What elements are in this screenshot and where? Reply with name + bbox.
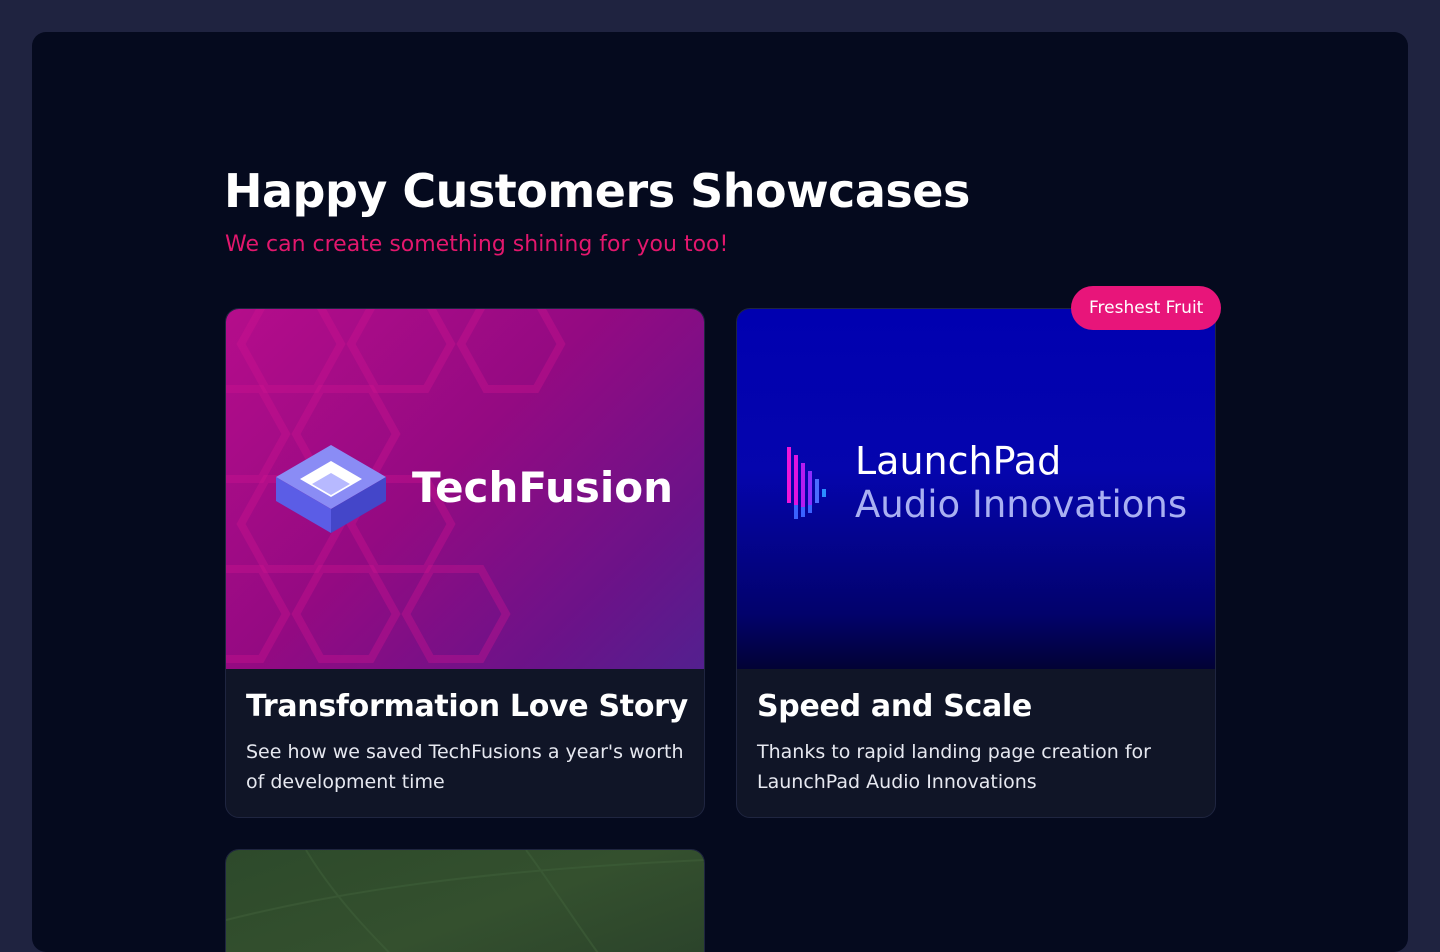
section-title: Happy Customers Showcases	[224, 164, 970, 218]
launchpad-tagline: Audio Innovations	[855, 483, 1188, 526]
showcase-card-launchpad[interactable]: LaunchPad Audio Innovations Speed and Sc…	[736, 308, 1216, 818]
launchpad-wordmark: LaunchPad	[855, 439, 1062, 483]
card-title: Speed and Scale	[757, 689, 1032, 724]
card-description: Thanks to rapid landing page creation fo…	[757, 741, 1151, 793]
techfusion-wordmark: TechFusion	[412, 463, 674, 512]
section-subtitle: We can create something shining for you …	[225, 232, 729, 257]
leaf-vein-pattern	[226, 850, 704, 952]
techfusion-logo-icon	[276, 445, 386, 533]
card-description: See how we saved TechFusions a year's wo…	[246, 741, 684, 793]
showcase-card-partial[interactable]	[225, 849, 705, 952]
main-panel: Happy Customers Showcases We can create …	[32, 32, 1408, 952]
audio-waveform-icon	[787, 447, 826, 519]
launchpad-thumbnail: LaunchPad Audio Innovations	[737, 309, 1215, 669]
showcase-card-techfusion[interactable]: TechFusion Transformation Love Story See…	[225, 308, 705, 818]
card-title: Transformation Love Story	[246, 689, 688, 724]
techfusion-thumbnail: TechFusion	[226, 309, 704, 669]
freshest-badge: Freshest Fruit	[1071, 286, 1222, 330]
leaf-thumbnail	[226, 850, 704, 952]
